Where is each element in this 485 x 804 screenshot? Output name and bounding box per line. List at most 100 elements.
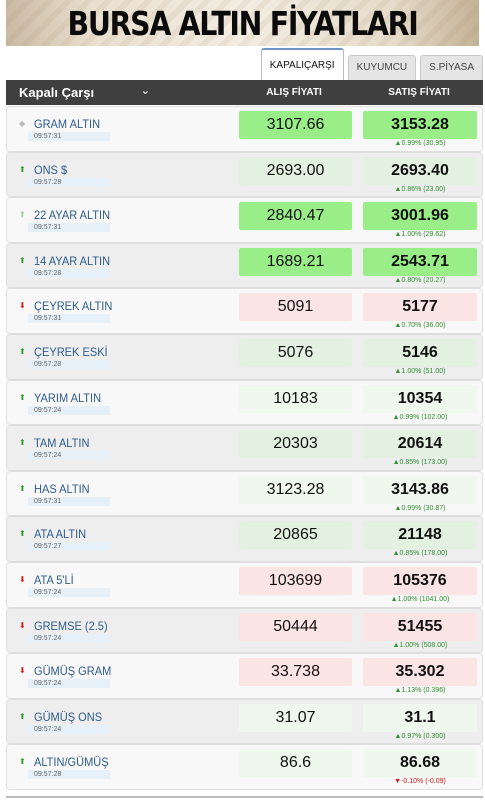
update-time: 09:57:24 <box>28 451 110 461</box>
buy-price: 1689.21 <box>239 247 352 276</box>
price-row[interactable]: ⬆ GÜMÜŞ ONS 09:57:24 31.07 31.1 ▲0.97% (0.300… <box>6 698 483 745</box>
arrow-up-icon: ⬆ <box>19 438 26 448</box>
price-row[interactable]: ⬆ 14 AYAR ALTIN 09:57:28 1689.21 2543.71 ▲0.8… <box>6 242 483 289</box>
update-time: 09:57:31 <box>28 314 110 324</box>
sell-price: 3153.28 <box>363 111 477 139</box>
update-time: 09:57:27 <box>28 542 110 552</box>
price-row[interactable]: ⬆ HAS ALTIN 09:57:31 3123.28 3143.86 ▲0.99% (… <box>6 470 483 517</box>
buy-price: 50444 <box>239 612 352 641</box>
price-row[interactable]: ⬆ TAM ALTIN 09:57:24 20303 20614 ▲0.85% (173.… <box>6 425 483 471</box>
price-row[interactable]: ⬇ ATA 5'Lİ 09:57:24 103699 105376 ▲1.00% (104… <box>6 561 483 608</box>
sell-price-header: SATIŞ FİYATI <box>388 87 450 98</box>
market-selector[interactable]: Kapalı Çarşı ⌄ <box>6 85 164 100</box>
buy-price: 20303 <box>239 430 352 459</box>
price-row[interactable]: ⬇ GREMSE (2.5) 09:57:24 50444 51455 ▲1.00% (5… <box>6 607 483 654</box>
instrument-name[interactable]: ÇEYREK ALTIN <box>34 299 112 313</box>
change-percent: ▲0.85% (178.00) <box>392 550 448 558</box>
sell-price: 2693.40 <box>363 156 477 185</box>
price-row[interactable]: ⬇ GÜMÜŞ GRAM 09:57:24 33.738 35.302 ▲1.13% (0… <box>6 653 483 699</box>
price-row[interactable]: ⬆ ATA ALTIN 09:57:27 20865 21148 ▲0.85% (178.… <box>6 516 483 562</box>
arrow-up-icon: ⬆ <box>19 529 26 539</box>
sell-price: 105376 <box>363 566 477 595</box>
price-row[interactable]: ⬆ ALTIN/GÜMÜŞ 09:57:28 86.6 86.68 ▼-0.10% (-0… <box>6 744 483 790</box>
change-percent: ▲0.70% (36.00) <box>394 322 446 330</box>
sell-price: 35.302 <box>363 658 477 687</box>
instrument-name[interactable]: 14 AYAR ALTIN <box>34 254 110 268</box>
change-percent: ▲0.97% (0.300) <box>394 732 446 740</box>
price-row[interactable]: ◆ GRAM ALTIN 09:57:31 3107.66 3153.28 ▲0.99% … <box>6 106 483 152</box>
update-time: 09:57:24 <box>28 587 110 597</box>
price-row[interactable]: ⬆ 22 AYAR ALTIN 09:57:31 2840.47 3001.96 ▲1.0… <box>6 197 483 243</box>
arrow-up-icon: ⬆ <box>19 392 26 402</box>
update-time: 09:57:31 <box>28 132 110 141</box>
update-time: 09:57:31 <box>28 223 110 233</box>
sell-price: 10354 <box>363 384 477 413</box>
change-percent: ▲0.99% (102.00) <box>392 413 448 421</box>
instrument-name[interactable]: GREMSE (2.5) <box>34 619 108 633</box>
buy-price: 33.738 <box>239 658 352 687</box>
instrument-name[interactable]: ONS $ <box>34 163 67 177</box>
arrow-down-icon: ⬇ <box>19 620 26 630</box>
buy-price: 3107.66 <box>239 111 352 139</box>
sell-price: 20614 <box>363 430 477 459</box>
arrow-down-icon: ⬇ <box>19 301 26 311</box>
change-percent: ▲1.00% (1041.00) <box>390 595 450 603</box>
update-time: 09:57:24 <box>28 633 110 643</box>
instrument-name[interactable]: GÜMÜŞ ONS <box>34 710 102 724</box>
update-time: 09:57:24 <box>28 405 110 415</box>
sell-price: 5146 <box>363 338 477 367</box>
change-percent: ▲0.99% (30.87) <box>394 504 446 512</box>
instrument-name[interactable]: ATA ALTIN <box>34 527 86 541</box>
update-time: 09:57:28 <box>28 268 110 278</box>
arrow-up-icon: ⬆ <box>19 210 26 220</box>
price-list: ◆ GRAM ALTIN 09:57:31 3107.66 3153.28 ▲0.99% … <box>6 106 483 790</box>
change-percent: ▲1.00% (51.00) <box>394 367 446 375</box>
header-banner: BURSA ALTIN FİYATLARI <box>6 0 479 46</box>
arrow-down-icon: ⬇ <box>19 666 26 676</box>
instrument-name[interactable]: GÜMÜŞ GRAM <box>34 664 111 678</box>
market-selector-label: Kapalı Çarşı <box>19 85 95 100</box>
price-row[interactable]: ⬆ YARIM ALTIN 09:57:24 10183 10354 ▲0.99% (10… <box>6 379 483 426</box>
price-row[interactable]: ⬆ ÇEYREK ESKİ 09:57:28 5076 5146 ▲1.00% (51.0… <box>6 333 483 380</box>
change-percent: ▲0.86% (23.00) <box>394 185 446 193</box>
sell-price: 31.1 <box>363 703 477 732</box>
tab-serbest-piyasa[interactable]: S.PİYASA <box>420 55 483 80</box>
instrument-name[interactable]: GRAM ALTIN <box>34 117 100 131</box>
buy-price: 2840.47 <box>239 202 352 231</box>
sell-price: 86.68 <box>363 749 477 778</box>
sell-price: 3143.86 <box>363 475 477 504</box>
footer-divider <box>6 796 483 804</box>
change-percent: ▲0.80% (20.27) <box>394 276 446 284</box>
tab-kuyumcu[interactable]: KUYUMCU <box>347 55 417 80</box>
instrument-name[interactable]: ALTIN/GÜMÜŞ <box>34 755 109 769</box>
neutral-diamond-icon: ◆ <box>19 119 26 128</box>
update-time: 09:57:31 <box>28 496 110 506</box>
sell-price: 51455 <box>363 612 477 641</box>
buy-price: 10183 <box>239 384 352 413</box>
arrow-up-icon: ⬆ <box>19 757 26 767</box>
buy-price: 5091 <box>239 293 352 322</box>
buy-price: 2693.00 <box>239 156 352 185</box>
change-percent: ▲1.00% (29.62) <box>394 231 446 239</box>
instrument-name[interactable]: TAM ALTIN <box>34 436 89 450</box>
arrow-up-icon: ⬆ <box>19 346 26 356</box>
instrument-name[interactable]: ÇEYREK ESKİ <box>34 345 108 359</box>
update-time: 09:57:24 <box>28 724 110 734</box>
instrument-name[interactable]: ATA 5'Lİ <box>34 573 74 587</box>
update-time: 09:57:28 <box>28 770 110 780</box>
market-tabs: KAPALIÇARŞI KUYUMCU S.PİYASA <box>257 48 483 80</box>
instrument-name[interactable]: 22 AYAR ALTIN <box>34 208 110 222</box>
change-percent: ▲0.99% (30.95) <box>394 140 446 147</box>
arrow-down-icon: ⬇ <box>19 574 26 584</box>
buy-price: 103699 <box>239 566 352 595</box>
chevron-down-icon: ⌄ <box>140 85 150 97</box>
change-percent: ▲0.85% (173.00) <box>392 459 448 467</box>
page-title: BURSA ALTIN FİYATLARI <box>67 4 419 43</box>
tab-kapalicarsi[interactable]: KAPALIÇARŞI <box>260 48 344 80</box>
instrument-name[interactable]: YARIM ALTIN <box>34 391 101 405</box>
price-row[interactable]: ⬇ ÇEYREK ALTIN 09:57:31 5091 5177 ▲0.70% (36.… <box>6 288 483 334</box>
sell-price: 2543.71 <box>363 247 477 276</box>
arrow-up-icon: ⬆ <box>19 711 26 721</box>
instrument-name[interactable]: HAS ALTIN <box>34 482 90 496</box>
price-row[interactable]: ⬆ ONS $09:57:28 2693.00 2693.40 ▲0.86% (23.0… <box>6 151 483 198</box>
